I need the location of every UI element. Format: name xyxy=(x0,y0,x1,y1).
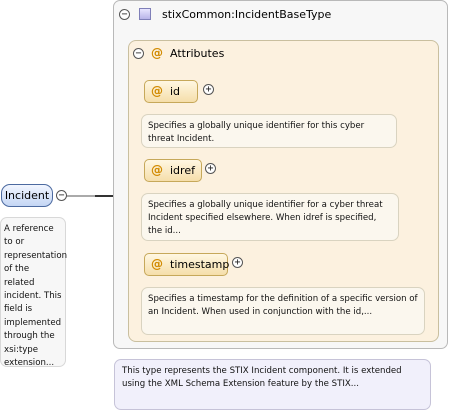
attribute-at-icon: @ xyxy=(151,163,163,177)
attribute-at-icon: @ xyxy=(151,84,163,98)
type-name: stixCommon:IncidentBaseType xyxy=(162,8,332,21)
attribute-at-icon: @ xyxy=(151,257,163,271)
attribute-doc: Specifies a globally unique identifier f… xyxy=(141,114,397,148)
element-incident[interactable]: Incident xyxy=(1,184,53,207)
attributes-collapse-icon[interactable]: − xyxy=(133,48,144,59)
attributes-title: Attributes xyxy=(170,47,225,60)
type-collapse-icon[interactable]: − xyxy=(119,9,130,20)
attribute-name: id xyxy=(170,85,181,98)
element-doc: A reference to or representation of the … xyxy=(0,217,67,368)
type-doc: This type represents the STIX Incident c… xyxy=(114,359,431,410)
attributes-at-icon: @ xyxy=(151,46,163,60)
attribute-doc: Specifies a globally unique identifier f… xyxy=(141,193,399,241)
attribute-name: timestamp xyxy=(170,258,230,271)
expand-icon[interactable]: + xyxy=(203,84,214,95)
expand-icon[interactable]: + xyxy=(205,163,216,174)
attribute-name: idref xyxy=(170,164,195,177)
complex-type-icon xyxy=(139,8,151,20)
attribute-doc: Specifies a timestamp for the definition… xyxy=(141,287,425,335)
expand-icon[interactable]: + xyxy=(232,257,243,268)
element-collapse-icon[interactable]: − xyxy=(56,190,67,201)
